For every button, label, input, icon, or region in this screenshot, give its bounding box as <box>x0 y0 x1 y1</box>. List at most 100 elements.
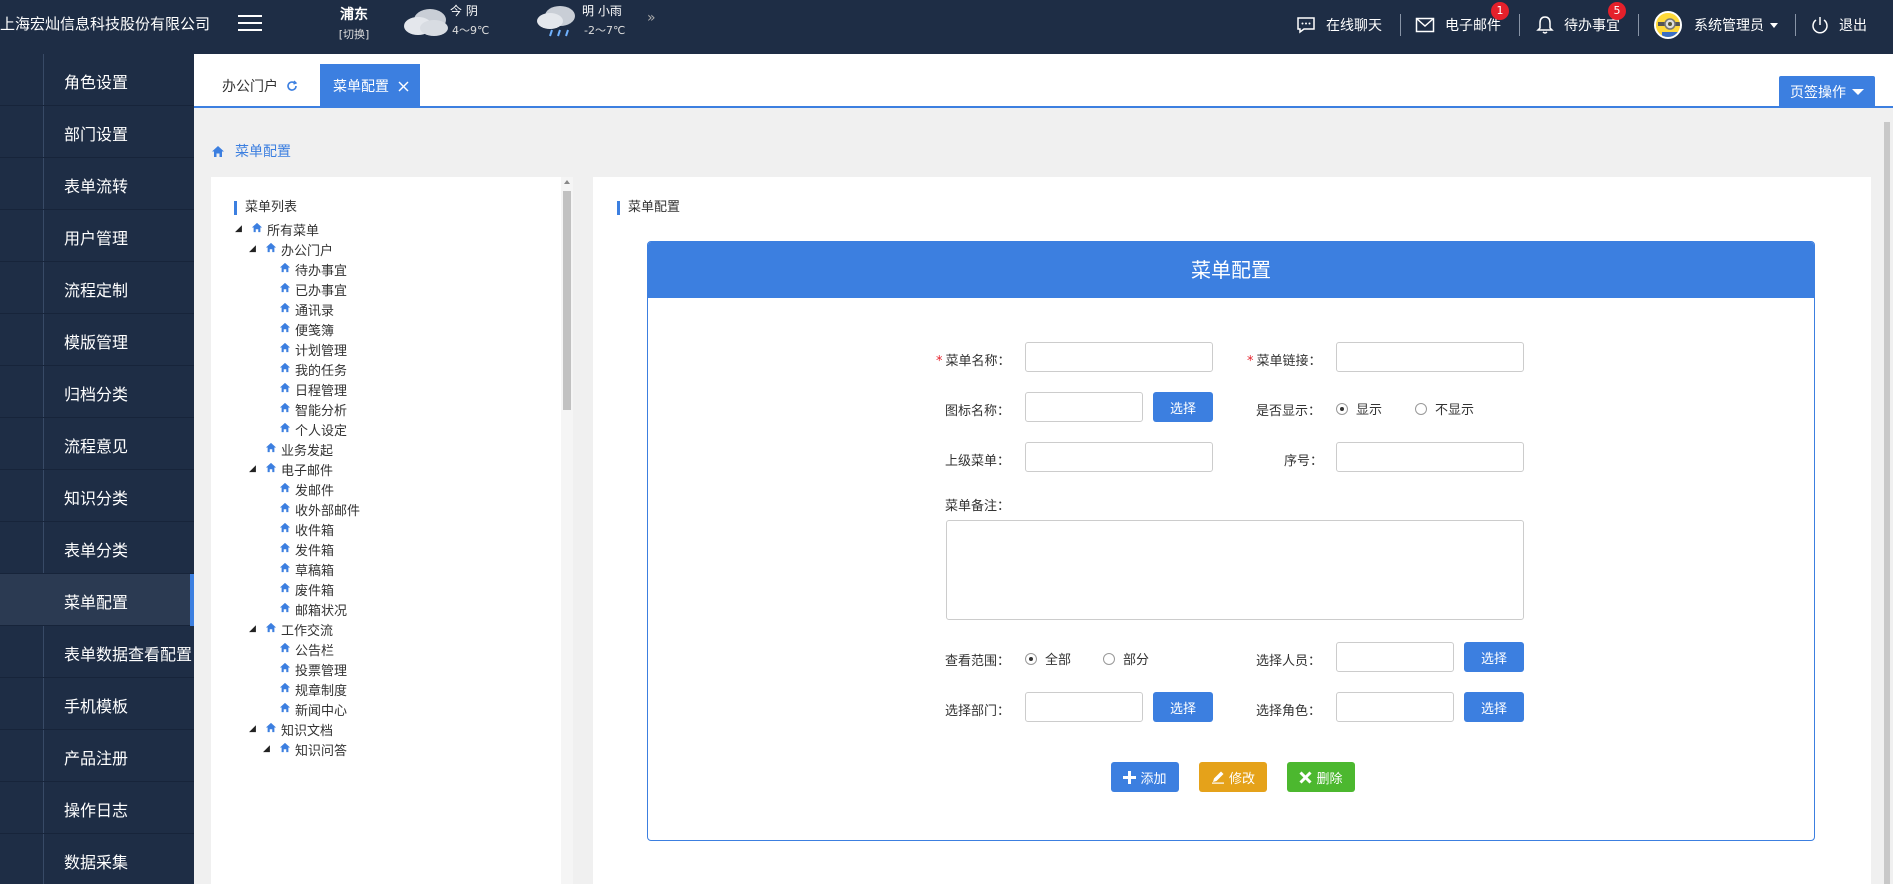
tree-node[interactable]: 投票管理 <box>263 659 347 679</box>
tree-node[interactable]: 日程管理 <box>263 379 347 399</box>
scrollbar-thumb[interactable] <box>1884 122 1890 884</box>
sidebar-item-form-data-view[interactable]: 表单数据查看配置 <box>0 626 194 678</box>
sidebar-item-users[interactable]: 用户管理 <box>0 210 194 262</box>
sidebar-item-data-collection[interactable]: 数据采集 <box>0 834 194 884</box>
tree-node[interactable]: ◢ 电子邮件 <box>249 459 333 479</box>
scroll-up-icon[interactable] <box>564 180 570 184</box>
mail-icon <box>1415 17 1435 33</box>
pencil-icon <box>1211 771 1224 784</box>
show-label: 是否显示： <box>1256 404 1322 419</box>
home-icon <box>265 722 281 737</box>
tree-node[interactable]: 收件箱 <box>263 519 334 539</box>
tree-node[interactable]: 发邮件 <box>263 479 334 499</box>
tree-node[interactable]: 新闻中心 <box>263 699 347 719</box>
tree-node[interactable]: 草稿箱 <box>263 559 334 579</box>
logout-button[interactable]: 退出 <box>1811 0 1867 50</box>
tree-node[interactable]: 发件箱 <box>263 539 334 559</box>
scope-radio-partial[interactable]: 部分 <box>1103 649 1149 668</box>
menu-name-input[interactable] <box>1025 342 1213 372</box>
home-icon <box>265 242 281 257</box>
dept-input[interactable] <box>1025 692 1143 722</box>
expand-triangle-icon[interactable]: ◢ <box>249 724 259 734</box>
tree-node[interactable]: 规章制度 <box>263 679 347 699</box>
sidebar-item-opinions[interactable]: 流程意见 <box>0 418 194 470</box>
sidebar-item-archive[interactable]: 归档分类 <box>0 366 194 418</box>
tree-node[interactable]: 公告栏 <box>263 639 334 659</box>
remark-textarea[interactable] <box>946 520 1524 620</box>
email-button[interactable]: 电子邮件 <box>1415 0 1501 50</box>
tree-node[interactable]: 个人设定 <box>263 419 347 439</box>
email-badge: 1 <box>1491 2 1509 20</box>
menu-toggle-icon[interactable] <box>238 15 262 33</box>
parent-menu-input[interactable] <box>1025 442 1213 472</box>
person-select-button[interactable]: 选择 <box>1464 642 1524 672</box>
sidebar-item-form-category[interactable]: 表单分类 <box>0 522 194 574</box>
tree-node[interactable]: 待办事宜 <box>263 259 347 279</box>
icon-select-button[interactable]: 选择 <box>1153 392 1213 422</box>
tree-node[interactable]: 计划管理 <box>263 339 347 359</box>
expand-triangle-icon[interactable]: ◢ <box>249 244 259 254</box>
role-select-button[interactable]: 选择 <box>1464 692 1524 722</box>
page-scrollbar[interactable] <box>1881 108 1893 884</box>
tree-node[interactable]: ◢ 知识问答 <box>263 739 347 759</box>
bell-icon <box>1536 16 1554 34</box>
rain-icon <box>537 6 575 37</box>
weather-today-temp: 4～9℃ <box>452 24 490 37</box>
tree-scrollbar[interactable] <box>561 177 573 884</box>
sidebar-item-mobile-template[interactable]: 手机模板 <box>0 678 194 730</box>
expand-triangle-icon[interactable]: ◢ <box>249 464 259 474</box>
show-radio-no[interactable]: 不显示 <box>1415 399 1474 418</box>
person-input[interactable] <box>1336 642 1454 672</box>
sidebar-item-menu-config[interactable]: 菜单配置 <box>0 574 194 626</box>
tree-node[interactable]: ◢ 办公门户 <box>249 239 333 259</box>
edit-button[interactable]: 修改 <box>1199 762 1267 792</box>
sidebar-item-workflow[interactable]: 流程定制 <box>0 262 194 314</box>
tree-node[interactable]: 通讯录 <box>263 299 334 319</box>
home-icon <box>279 582 295 597</box>
refresh-icon[interactable] <box>286 80 298 92</box>
location-switch-link[interactable]: [切换] <box>334 26 374 42</box>
expand-triangle-icon[interactable]: ◢ <box>235 224 245 234</box>
x-icon <box>1299 770 1313 784</box>
sidebar-item-knowledge[interactable]: 知识分类 <box>0 470 194 522</box>
sidebar-item-operation-log[interactable]: 操作日志 <box>0 782 194 834</box>
sidebar-item-role[interactable]: 角色设置 <box>0 54 194 106</box>
show-radio-yes[interactable]: 显示 <box>1336 399 1382 418</box>
role-input[interactable] <box>1336 692 1454 722</box>
menu-link-input[interactable] <box>1336 342 1524 372</box>
weather-more-icon[interactable]: » <box>647 10 656 26</box>
tree-node-label: 日程管理 <box>295 383 348 399</box>
tree-node[interactable]: 智能分析 <box>263 399 347 419</box>
tree-node[interactable]: ◢ 所有菜单 <box>235 219 319 239</box>
tree-node[interactable]: 邮箱状况 <box>263 599 347 619</box>
tree-node[interactable]: 便笺簿 <box>263 319 334 339</box>
delete-button[interactable]: 删除 <box>1287 762 1355 792</box>
page-ops-button[interactable]: 页签操作 <box>1779 76 1875 108</box>
sidebar-item-dept[interactable]: 部门设置 <box>0 106 194 158</box>
tab-menu-config[interactable]: 菜单配置 <box>320 64 420 108</box>
home-icon <box>251 222 267 237</box>
sidebar-item-product-register[interactable]: 产品注册 <box>0 730 194 782</box>
tree-node[interactable]: 业务发起 <box>249 439 333 459</box>
sidebar-item-form-flow[interactable]: 表单流转 <box>0 158 194 210</box>
user-menu[interactable]: 系统管理员 <box>1654 0 1778 50</box>
tree-node[interactable]: ◢ 工作交流 <box>249 619 333 639</box>
tree-node[interactable]: ◢ 知识文档 <box>249 719 333 739</box>
online-chat-button[interactable]: 在线聊天 <box>1296 0 1382 50</box>
add-button[interactable]: 添加 <box>1111 762 1179 792</box>
tree-node[interactable]: 收外部邮件 <box>263 499 360 519</box>
icon-name-input[interactable] <box>1025 392 1143 422</box>
tree-node[interactable]: 已办事宜 <box>263 279 347 299</box>
tab-office-portal[interactable]: 办公门户 <box>204 64 314 108</box>
order-input[interactable] <box>1336 442 1524 472</box>
close-icon[interactable] <box>398 81 409 92</box>
expand-triangle-icon[interactable]: ◢ <box>263 744 273 754</box>
breadcrumb-label[interactable]: 菜单配置 <box>235 141 291 161</box>
scrollbar-thumb[interactable] <box>563 191 571 410</box>
tree-node[interactable]: 我的任务 <box>263 359 347 379</box>
expand-triangle-icon[interactable]: ◢ <box>249 624 259 634</box>
scope-radio-all[interactable]: 全部 <box>1025 649 1071 668</box>
sidebar-item-templates[interactable]: 模版管理 <box>0 314 194 366</box>
tree-node[interactable]: 废件箱 <box>263 579 334 599</box>
dept-select-button[interactable]: 选择 <box>1153 692 1213 722</box>
